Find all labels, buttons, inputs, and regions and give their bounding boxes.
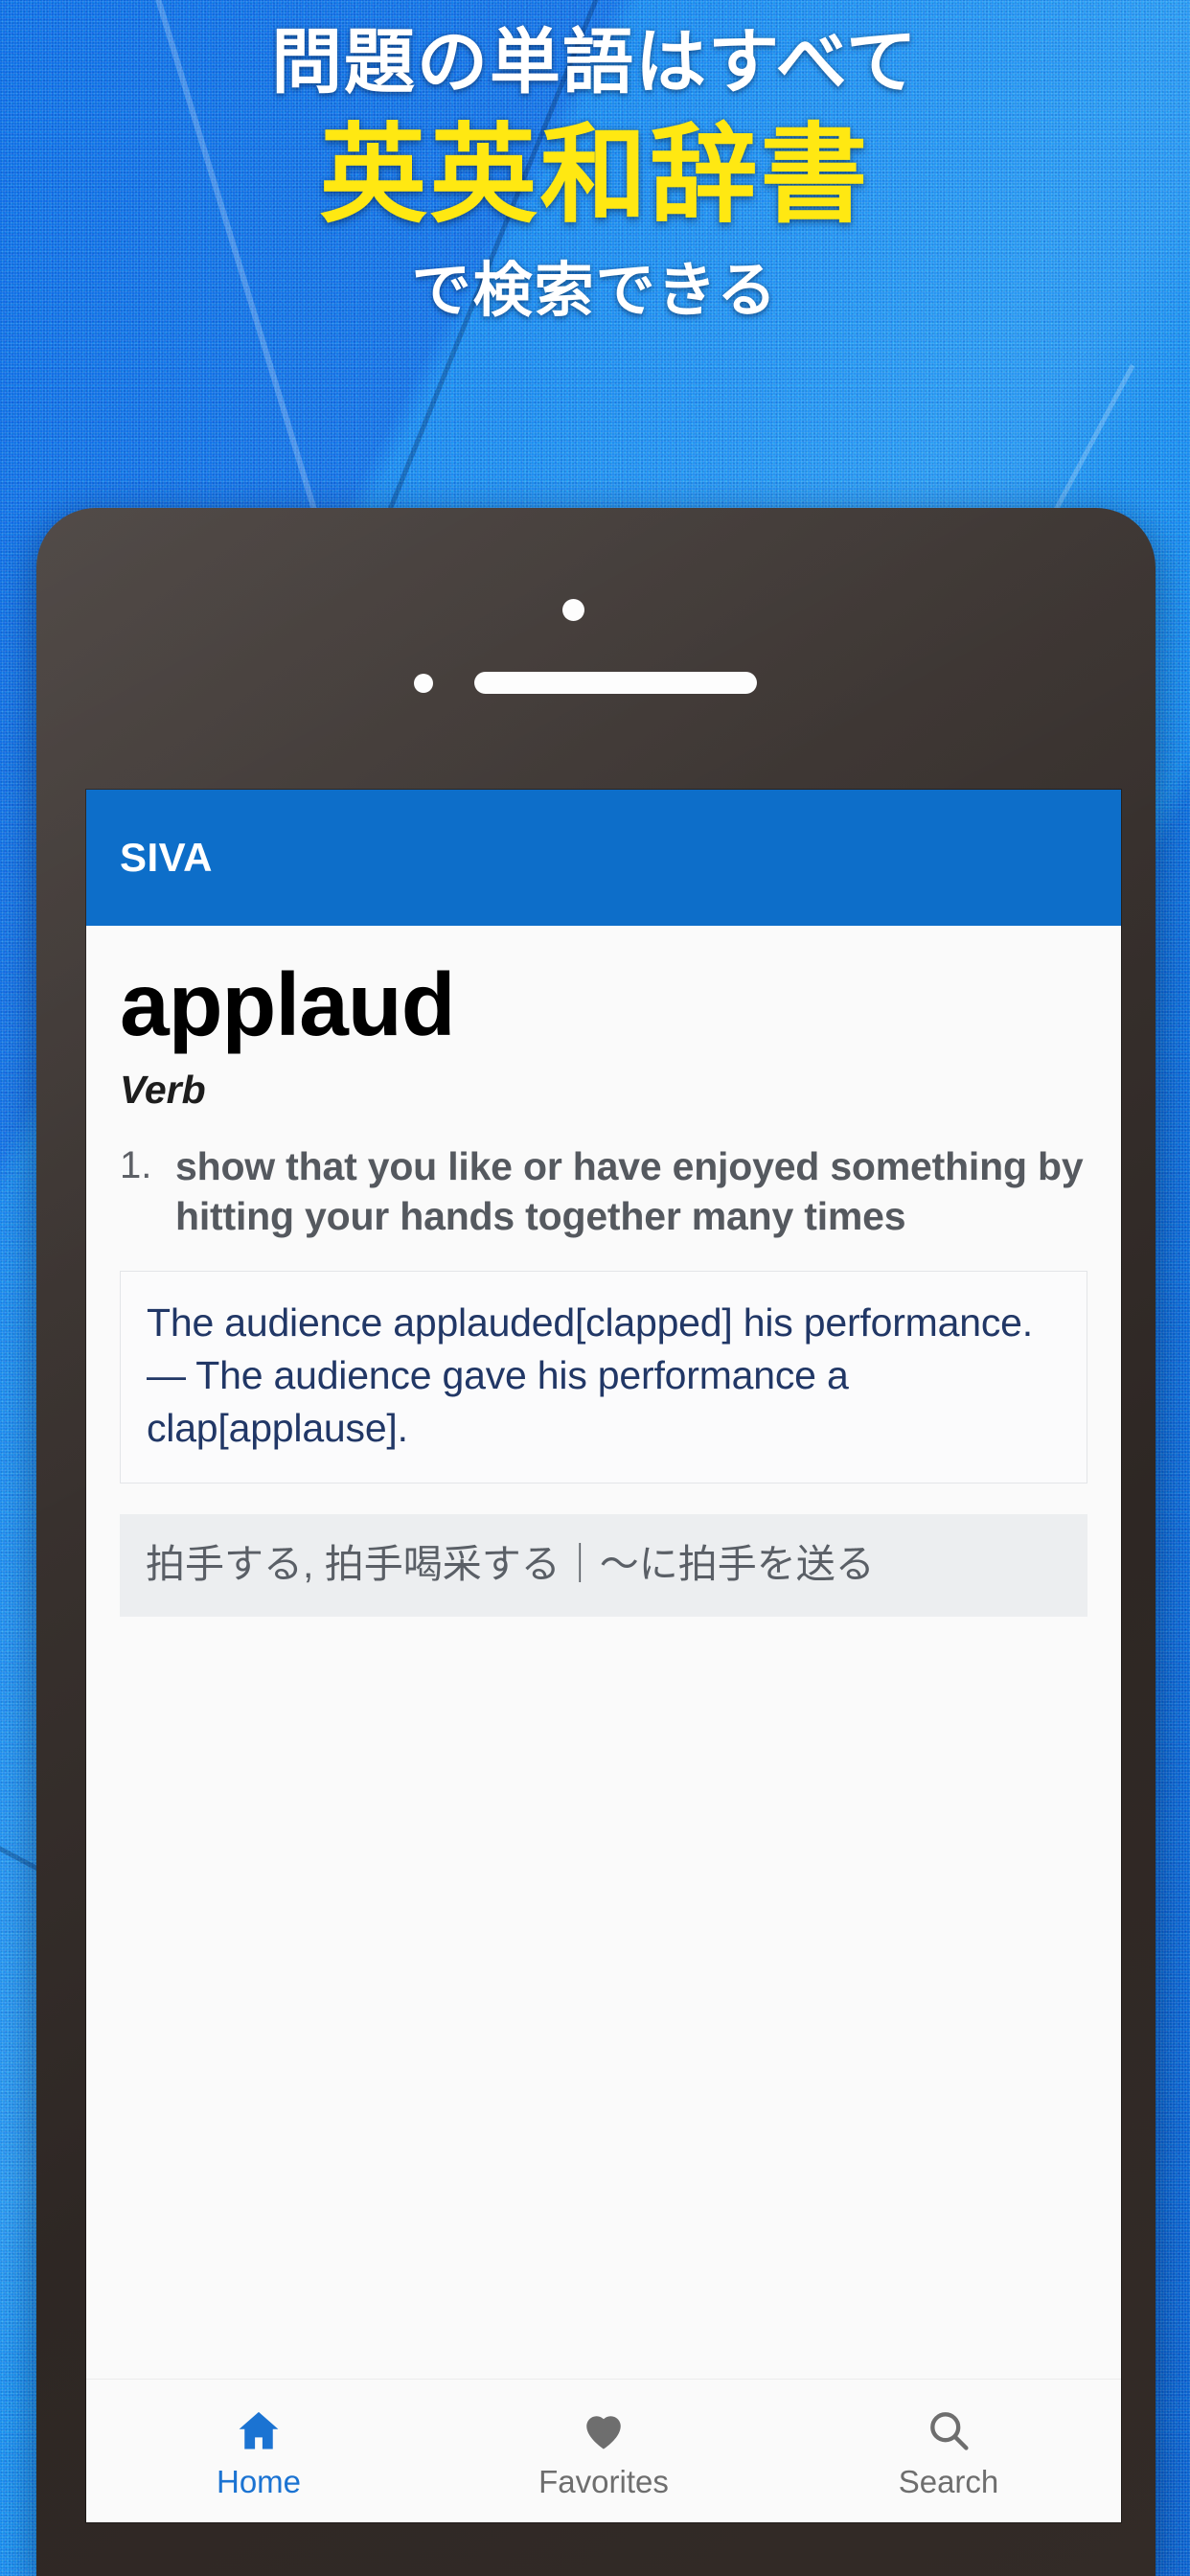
- japanese-translation-box: 拍手する, 拍手喝采する｜〜に拍手を送る: [120, 1513, 1087, 1617]
- app-bar: SIVA: [86, 790, 1121, 926]
- nav-tab-search-label: Search: [898, 2463, 999, 2499]
- sense-definition: show that you like or have enjoyed somet…: [175, 1143, 1084, 1239]
- nav-tab-favorites[interactable]: Favorites: [431, 2405, 776, 2497]
- app-bar-title: SIVA: [120, 835, 213, 880]
- camera-dot-icon: [562, 599, 584, 621]
- part-of-speech-label: Verb: [120, 1067, 206, 1112]
- nav-tab-home[interactable]: Home: [86, 2405, 431, 2497]
- bottom-navigation-bar: Home Favorites Search: [86, 2379, 1121, 2522]
- sensor-dot-icon: [414, 674, 433, 693]
- heart-icon: [579, 2405, 629, 2455]
- headline-line-1: 問題の単語はすべて: [271, 22, 919, 102]
- nav-tab-home-label: Home: [216, 2463, 302, 2499]
- home-icon: [234, 2405, 284, 2455]
- japanese-translation-text: 拍手する, 拍手喝采する｜〜に拍手を送る: [146, 1541, 875, 1586]
- example-sentence-text: The audience applauded[clapped] his perf…: [147, 1300, 1033, 1451]
- nav-tab-search[interactable]: Search: [776, 2405, 1121, 2497]
- sense-item: 1. show that you like or have enjoyed so…: [120, 1141, 1087, 1242]
- search-icon: [924, 2405, 973, 2455]
- example-sentence-box: The audience applauded[clapped] his perf…: [120, 1270, 1087, 1484]
- app-screen: SIVA applaud Verb 1. show that you like …: [86, 790, 1121, 2522]
- speaker-grille-icon: [474, 672, 757, 694]
- sense-number: 1.: [120, 1143, 152, 1186]
- headline-line-3: で検索できる: [411, 258, 779, 325]
- entry-word-title: applaud: [120, 954, 456, 1054]
- headline-line-2: 英英和辞書: [319, 115, 871, 236]
- dictionary-entry-content: applaud Verb 1. show that you like or ha…: [86, 926, 1121, 2379]
- poster-headline: 問題の単語はすべて 英英和辞書 で検索できる: [0, 0, 1190, 498]
- nav-tab-favorites-label: Favorites: [538, 2463, 669, 2499]
